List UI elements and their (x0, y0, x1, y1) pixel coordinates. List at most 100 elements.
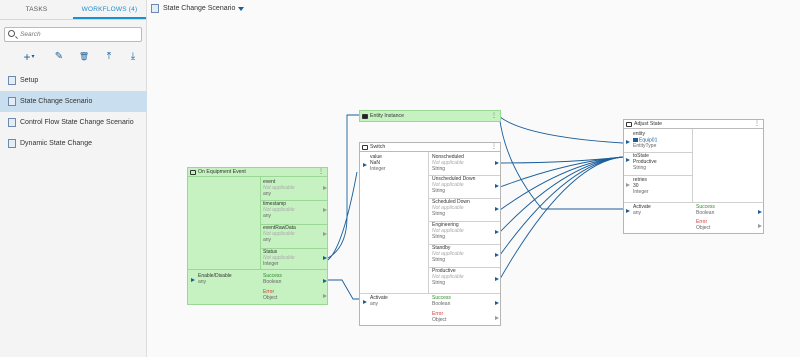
search-icon (8, 30, 15, 37)
move-top-icon[interactable]: ⤒ (102, 50, 116, 64)
more-menu-icon[interactable]: ⋮ (754, 120, 760, 129)
input-port-icon[interactable] (626, 183, 630, 187)
case-scheduled-down: Scheduled Down Not applicable String (432, 199, 470, 217)
wire (327, 171, 358, 261)
event-icon (190, 170, 196, 175)
workflow-item-setup[interactable]: Setup (0, 70, 147, 91)
input-activate: Activate any (633, 204, 651, 216)
output-port-icon[interactable] (323, 208, 327, 212)
output-event: event Not applicable any (263, 179, 295, 197)
workflow-canvas[interactable]: On Equipment Event ⋮ event Not applicabl… (147, 17, 800, 357)
input-entity: entity Equip01 EntityType (633, 131, 658, 149)
output-success: Success Boolean (263, 273, 282, 285)
output-error: Error Object (263, 289, 278, 301)
output-port-icon[interactable] (323, 232, 327, 236)
output-success: Success Boolean (696, 204, 715, 216)
entity-icon (362, 114, 368, 119)
wire (499, 116, 624, 144)
node-adjust-state[interactable]: Adjust State ⋮ entity Equip01 EntityType… (623, 119, 764, 234)
move-bottom-icon[interactable]: ⤓ (126, 50, 140, 64)
workflow-selector[interactable]: State Change Scenario (147, 0, 800, 17)
chevron-down-icon[interactable] (238, 6, 245, 11)
left-panel: TASKS WORKFLOWS (4) + ▾ ✎ 🗑 ⤒ ⤓ Setup St… (0, 0, 147, 357)
output-event-raw-data: eventRawData Not applicable any (263, 225, 296, 243)
input-port-icon[interactable] (191, 278, 195, 282)
delete-icon[interactable]: 🗑 (77, 50, 91, 64)
wire (499, 156, 624, 211)
output-port-icon[interactable] (495, 253, 499, 257)
output-port-icon[interactable] (323, 279, 327, 283)
node-header[interactable]: Adjust State ⋮ (624, 120, 763, 129)
input-retries: retries 30 Integer (633, 177, 649, 195)
workflow-icon (8, 97, 16, 106)
workflow-item-dynamic-state-change[interactable]: Dynamic State Change (0, 133, 147, 154)
output-port-icon[interactable] (323, 186, 327, 190)
wire (499, 120, 623, 210)
output-port-icon[interactable] (495, 301, 499, 305)
output-success: Success Boolean (432, 295, 451, 307)
workflow-label: Dynamic State Change (20, 140, 92, 147)
node-on-equipment-event[interactable]: On Equipment Event ⋮ event Not applicabl… (187, 167, 328, 305)
node-header[interactable]: Entity Instance ⋮ (360, 111, 500, 122)
workflow-item-state-change-scenario[interactable]: State Change Scenario (0, 91, 147, 112)
switch-icon (362, 145, 368, 150)
output-port-icon[interactable] (495, 184, 499, 188)
adjust-state-icon (626, 122, 632, 127)
output-timestamp: timestamp Not applicable any (263, 201, 295, 219)
workflow-icon (8, 118, 16, 127)
workflow-toolbar: + ▾ ✎ 🗑 ⤒ ⤓ (20, 50, 140, 64)
case-unscheduled-down: Unscheduled Down Not applicable String (432, 176, 476, 194)
node-switch[interactable]: Switch ⋮ value NaN Integer Nonscheduled … (359, 142, 501, 326)
panel-tabs: TASKS WORKFLOWS (4) (0, 0, 146, 20)
output-port-icon[interactable] (323, 294, 327, 298)
node-entity-instance[interactable]: Entity Instance ⋮ (359, 110, 501, 122)
workflow-icon (8, 76, 16, 85)
input-port-icon[interactable] (626, 209, 630, 213)
workflow-title: State Change Scenario (163, 5, 236, 12)
node-header[interactable]: On Equipment Event ⋮ (188, 168, 327, 177)
node-title: Adjust State (634, 121, 662, 127)
input-port-icon[interactable] (363, 163, 367, 167)
input-to-state: toState Productive String (633, 153, 657, 171)
output-port-icon[interactable] (495, 161, 499, 165)
output-error: Error Object (696, 219, 711, 231)
workflow-list: Setup State Change Scenario Control Flow… (0, 70, 147, 154)
output-port-icon[interactable] (495, 230, 499, 234)
more-menu-icon[interactable]: ⋮ (318, 168, 324, 177)
workflow-label: Control Flow State Change Scenario (20, 119, 134, 126)
case-productive: Productive Not applicable String (432, 268, 464, 286)
input-value: value NaN Integer (370, 154, 386, 172)
input-enable-disable: Enable/Disable any (198, 273, 232, 285)
input-port-icon[interactable] (363, 300, 367, 304)
case-standby: Standby Not applicable String (432, 245, 464, 263)
input-port-icon[interactable] (626, 158, 630, 162)
output-status: Status Not applicable Integer (263, 249, 295, 267)
wire (328, 279, 359, 300)
output-port-icon[interactable] (758, 224, 762, 228)
wire (499, 156, 624, 233)
tab-tasks[interactable]: TASKS (0, 0, 73, 19)
more-menu-icon[interactable]: ⋮ (491, 111, 497, 122)
workflow-icon (151, 4, 159, 13)
more-menu-icon[interactable]: ⋮ (491, 143, 497, 152)
search-box (4, 27, 142, 42)
workflow-label: State Change Scenario (20, 98, 93, 105)
edit-icon[interactable]: ✎ (52, 50, 66, 64)
entity-tag-icon (633, 137, 638, 142)
output-port-icon[interactable] (495, 277, 499, 281)
input-activate: Activate any (370, 295, 388, 307)
workflow-icon (8, 139, 16, 148)
output-port-icon[interactable] (323, 256, 327, 260)
add-menu-chevron-icon[interactable]: ▾ (30, 50, 36, 64)
tab-workflows[interactable]: WORKFLOWS (4) (73, 0, 146, 19)
node-title: On Equipment Event (198, 169, 246, 175)
input-port-icon[interactable] (626, 140, 630, 144)
search-input[interactable] (20, 29, 138, 40)
output-error: Error Object (432, 311, 447, 323)
output-port-icon[interactable] (495, 316, 499, 320)
output-port-icon[interactable] (758, 210, 762, 214)
output-port-icon[interactable] (495, 207, 499, 211)
workflow-label: Setup (20, 77, 39, 84)
workflow-item-control-flow[interactable]: Control Flow State Change Scenario (0, 112, 147, 133)
node-header[interactable]: Switch ⋮ (360, 143, 500, 152)
